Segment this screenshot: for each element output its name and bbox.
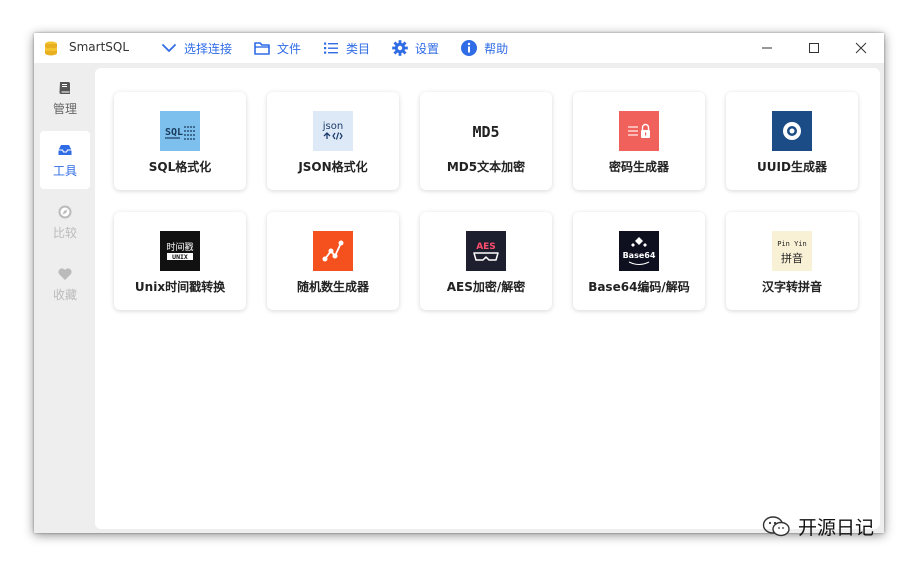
menu-label: 类目 — [346, 41, 371, 56]
tool-card-password-generator[interactable]: 密码生成器 — [573, 92, 705, 190]
menu-label: 设置 — [415, 41, 440, 56]
menu-category[interactable]: 类目 — [322, 39, 370, 57]
tool-label: 随机数生成器 — [296, 280, 369, 294]
md5-icon: MD5 — [466, 111, 506, 151]
list-icon — [322, 39, 340, 57]
chevron-down-icon — [160, 39, 178, 57]
tool-label: JSON格式化 — [298, 160, 368, 174]
tools-panel: SQL SQL格式化 json JSON格式化 MD5 MD5文本加密 密码生成… — [95, 68, 880, 529]
title-bar: SmartSQL 选择连接 文件 类目 设置 帮助 — [34, 33, 884, 63]
sql-format-icon-text: SQL — [165, 127, 183, 138]
menu-settings[interactable]: 设置 — [391, 39, 439, 57]
json-format-icon-text: json — [322, 121, 343, 132]
sidebar-item-label: 管理 — [52, 101, 77, 116]
app-window: SmartSQL 选择连接 文件 类目 设置 帮助 管理 工具 比较 收藏 SQ… — [34, 33, 884, 533]
tool-card-uuid[interactable]: UUID生成器 — [726, 92, 858, 190]
sidebar-item-label: 比较 — [52, 225, 77, 240]
sidebar-item-compare[interactable]: 比较 — [40, 193, 90, 251]
close-icon — [855, 42, 866, 54]
tool-card-pinyin[interactable]: Pin Yin 拼音 汉字转拼音 — [726, 212, 858, 310]
compass-icon — [57, 204, 73, 220]
inbox-icon — [57, 142, 73, 158]
sidebar: 管理 工具 比较 收藏 — [40, 69, 90, 529]
sidebar-item-manage[interactable]: 管理 — [40, 69, 90, 127]
menu-label: 选择连接 — [184, 41, 233, 56]
sidebar-item-favorites[interactable]: 收藏 — [40, 255, 90, 313]
pinyin-icon: Pin Yin 拼音 — [772, 231, 812, 271]
unix-timestamp-icon: 时间戳 UNIX — [160, 231, 200, 271]
tool-label: 密码生成器 — [608, 160, 669, 174]
unix-timestamp-icon-text2: UNIX — [172, 253, 188, 261]
maximize-button[interactable] — [790, 33, 837, 63]
aes-icon-text: AES — [476, 242, 496, 252]
minimize-icon — [761, 47, 772, 49]
password-generator-icon — [619, 111, 659, 151]
sidebar-item-tools[interactable]: 工具 — [40, 131, 90, 189]
json-format-icon: json — [313, 111, 353, 151]
main-menu: 选择连接 文件 类目 设置 帮助 — [160, 38, 529, 58]
tool-card-sql-format[interactable]: SQL SQL格式化 — [114, 92, 246, 190]
tool-label: Base64编码/解码 — [588, 280, 690, 294]
folder-icon — [253, 39, 271, 57]
tool-card-aes[interactable]: AES AES加密/解密 — [420, 212, 552, 310]
pinyin-icon-text: Pin Yin — [777, 240, 807, 248]
tool-card-unix-timestamp[interactable]: 时间戳 UNIX Unix时间戳转换 — [114, 212, 246, 310]
uuid-icon — [772, 111, 812, 151]
info-icon — [460, 39, 478, 57]
tool-label: Unix时间戳转换 — [134, 280, 226, 294]
app-title: SmartSQL — [69, 40, 130, 54]
tool-label: UUID生成器 — [757, 160, 827, 174]
gear-icon — [391, 39, 409, 57]
tool-card-base64[interactable]: Base64 Base64编码/解码 — [573, 212, 705, 310]
random-number-icon — [313, 231, 353, 271]
md5-icon-text: MD5 — [472, 123, 499, 141]
app-logo-icon — [43, 40, 59, 56]
tool-card-md5[interactable]: MD5 MD5文本加密 — [420, 92, 552, 190]
sidebar-item-label: 工具 — [52, 163, 77, 178]
window-controls — [743, 33, 884, 63]
menu-select-connection[interactable]: 选择连接 — [160, 39, 232, 57]
menu-help[interactable]: 帮助 — [460, 39, 508, 57]
tool-card-json-format[interactable]: json JSON格式化 — [267, 92, 399, 190]
aes-icon: AES — [466, 231, 506, 271]
wechat-icon — [762, 515, 792, 539]
menu-file[interactable]: 文件 — [253, 39, 301, 57]
tool-label: 汉字转拼音 — [761, 280, 822, 294]
base64-icon-text: Base64 — [623, 251, 656, 260]
sql-format-icon: SQL — [160, 111, 200, 151]
sidebar-item-label: 收藏 — [52, 287, 77, 302]
watermark-text: 开源日记 — [798, 517, 875, 539]
watermark: 开源日记 — [762, 513, 874, 540]
menu-label: 文件 — [277, 41, 302, 56]
unix-timestamp-icon-text: 时间戳 — [166, 241, 193, 253]
minimize-button[interactable] — [743, 33, 790, 63]
tool-label: AES加密/解密 — [446, 280, 526, 294]
pinyin-icon-text2: 拼音 — [781, 251, 803, 265]
tool-label: SQL格式化 — [148, 160, 212, 174]
maximize-icon — [808, 43, 819, 53]
tool-card-random-number[interactable]: 随机数生成器 — [267, 212, 399, 310]
menu-label: 帮助 — [484, 41, 509, 56]
tool-label: MD5文本加密 — [446, 160, 526, 174]
heart-icon — [57, 266, 73, 282]
base64-icon: Base64 — [619, 231, 659, 271]
book-icon — [57, 80, 73, 96]
close-button[interactable] — [837, 33, 884, 63]
